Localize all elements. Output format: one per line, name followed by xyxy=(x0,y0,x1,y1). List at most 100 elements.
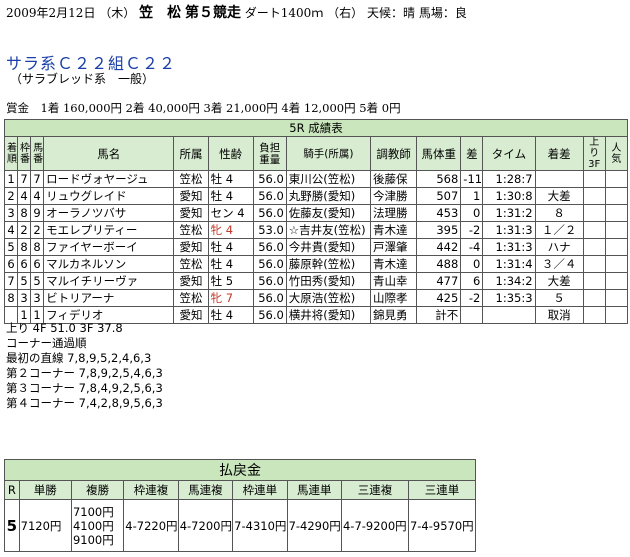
cell-affiliation: 愛知 xyxy=(173,272,209,290)
cell-sex-age: 牡 5 xyxy=(207,272,254,290)
cell-horse-name: マルカネルソン xyxy=(43,255,175,273)
header-weight-carried: 負担重量 xyxy=(252,136,287,171)
header-trainer: 調教師 xyxy=(370,136,418,171)
cell-body-weight: 395 xyxy=(416,221,462,239)
cell-horse-no: 2 xyxy=(30,221,45,239)
cell-time xyxy=(482,306,536,324)
cell-jockey: ☆吉井友(笠松) xyxy=(285,221,372,239)
cell-weight-carried: 56.0 xyxy=(252,255,287,273)
header-time: タイム xyxy=(482,136,536,171)
race-day: （木） xyxy=(99,6,136,20)
cell-trainer: 戸澤肇 xyxy=(370,238,418,256)
payout-race: 5 xyxy=(4,499,20,552)
cell-trainer: 後藤保 xyxy=(370,170,418,188)
cell-time: 1:31:3 xyxy=(482,221,536,239)
cell-time: 1:30:8 xyxy=(482,187,536,205)
result-row: 2 4 4 リュウグレイド 愛知牡 4 56.0 丸野勝(愛知) 今津勝 507 1 1:30:8 大… xyxy=(3,187,629,205)
cell-last-3f xyxy=(582,170,606,188)
cell-sex-age: 牝 4 xyxy=(207,221,254,239)
cell-sex-age: 牡 4 xyxy=(207,187,254,205)
cell-jockey: 藤原幹(笠松) xyxy=(285,255,372,273)
cell-popularity xyxy=(604,255,629,273)
cell-jockey: 丸野勝(愛知) xyxy=(285,187,372,205)
cell-horse-no: 5 xyxy=(30,272,45,290)
payout-row: 5 7120円 7100円 4100円 9100円 4-7220円 4-7200円 … xyxy=(4,499,477,552)
cell-sex-age: 牡 4 xyxy=(207,170,254,188)
payout-sanren-fuku: 4-7-9200円 xyxy=(340,499,409,552)
cell-horse-name: オーラノツバサ xyxy=(43,204,175,222)
payout-header-fukusho: 複勝 xyxy=(70,480,125,500)
cell-popularity xyxy=(604,221,629,239)
fukusho-entry: 7100円 xyxy=(72,504,114,519)
cell-weight-diff: -4 xyxy=(460,238,484,256)
cell-trainer: 青木達 xyxy=(370,255,418,273)
race-weather: 天候：晴 xyxy=(367,6,416,20)
cell-body-weight: 507 xyxy=(416,187,462,205)
cell-affiliation: 愛知 xyxy=(173,204,209,222)
cell-body-weight: 477 xyxy=(416,272,462,290)
cell-horse-name: マルイチリーヴァ xyxy=(43,272,175,290)
header-jockey: 騎手(所属) xyxy=(285,136,372,171)
cell-margin: ８ xyxy=(534,204,584,222)
cell-margin: ５ xyxy=(534,289,584,307)
cell-weight-diff: 0 xyxy=(460,255,484,273)
cell-trainer: 山際孝 xyxy=(370,289,418,307)
fukusho-entry: 9100円 xyxy=(72,532,114,547)
race-venue: 笠 松 xyxy=(139,5,182,21)
cell-frame: 4 xyxy=(17,187,32,205)
cell-rank: 8 xyxy=(3,289,19,307)
cell-frame: 7 xyxy=(17,170,32,188)
cell-affiliation: 愛知 xyxy=(173,187,209,205)
cell-popularity xyxy=(604,272,629,290)
cell-trainer: 今津勝 xyxy=(370,187,418,205)
cell-body-weight: 計不 xyxy=(416,306,462,324)
cell-rank: 7 xyxy=(3,272,19,290)
cell-last-3f xyxy=(582,289,606,307)
results-table: 5R 成績表 着順 枠番 馬番 馬名 所属 性齢 負担重量 騎手(所属) 調教師 馬体重差タイム着… xyxy=(3,119,629,324)
header-margin: 着差 xyxy=(534,136,584,171)
cell-horse-name: ロードヴォヤージュ xyxy=(43,170,175,188)
cell-margin: ハナ xyxy=(534,238,584,256)
result-row: 8 3 3 ビトリアーナ 笠松牝 7 56.0 大原浩(笠松) 山際孝 425 -2 1:35:3 ５ xyxy=(3,289,629,307)
agari-time: 上り 4F 51.0 3F 37.8 xyxy=(6,321,123,335)
cell-trainer: 青山幸 xyxy=(370,272,418,290)
cell-body-weight: 568 xyxy=(416,170,462,188)
cell-trainer: 錦見勇 xyxy=(370,306,418,324)
cell-horse-name: モエレプリティー xyxy=(43,221,175,239)
cell-horse-no: 8 xyxy=(30,238,45,256)
corner-title: コーナー通過順 xyxy=(6,336,87,350)
cell-weight-carried: 56.0 xyxy=(252,289,287,307)
cell-weight-carried: 56.0 xyxy=(252,272,287,290)
results-caption: 5R 成績表 xyxy=(4,119,628,137)
payout-header-tansho: 単勝 xyxy=(18,480,72,500)
cell-rank: 4 xyxy=(3,221,19,239)
cell-affiliation: 愛知 xyxy=(173,238,209,256)
cell-margin: 取消 xyxy=(534,306,584,324)
cell-weight-diff: 1 xyxy=(460,187,484,205)
result-row: 5 8 8 ファイヤーボーイ 愛知牡 4 56.0 今井貴(愛知) 戸澤肇 442 -4 1:31:… xyxy=(3,238,629,256)
payout-header-wakuren-fuku: 枠連複 xyxy=(123,480,179,500)
header-body-weight: 馬体重 xyxy=(416,136,462,171)
cell-sex-age: 牡 4 xyxy=(207,238,254,256)
cell-frame: 5 xyxy=(17,272,32,290)
cell-horse-no: 6 xyxy=(30,255,45,273)
payout-wakuren-tan: 7-4310円 xyxy=(232,499,288,552)
payout-header-race: R xyxy=(4,480,20,500)
cell-frame: 8 xyxy=(17,204,32,222)
cell-weight-carried: 56.0 xyxy=(252,238,287,256)
cell-weight-diff: -2 xyxy=(460,221,484,239)
cell-affiliation: 笠松 xyxy=(173,170,209,188)
payout-header-umaren-tan: 馬連単 xyxy=(286,480,342,500)
cell-body-weight: 488 xyxy=(416,255,462,273)
cell-rank: 5 xyxy=(3,238,19,256)
cell-jockey: 竹田秀(愛知) xyxy=(285,272,372,290)
cell-time: 1:31:2 xyxy=(482,204,536,222)
cell-weight-diff: 6 xyxy=(460,272,484,290)
cell-horse-no: 7 xyxy=(30,170,45,188)
header-frame: 枠番 xyxy=(17,136,32,171)
cell-popularity xyxy=(604,204,629,222)
payout-wakuren-fuku: 4-7220円 xyxy=(123,499,179,552)
race-direction: （右） xyxy=(327,6,364,20)
payout-header-sanren-tan: 三連単 xyxy=(407,480,477,500)
race-track: 馬場：良 xyxy=(418,6,467,20)
